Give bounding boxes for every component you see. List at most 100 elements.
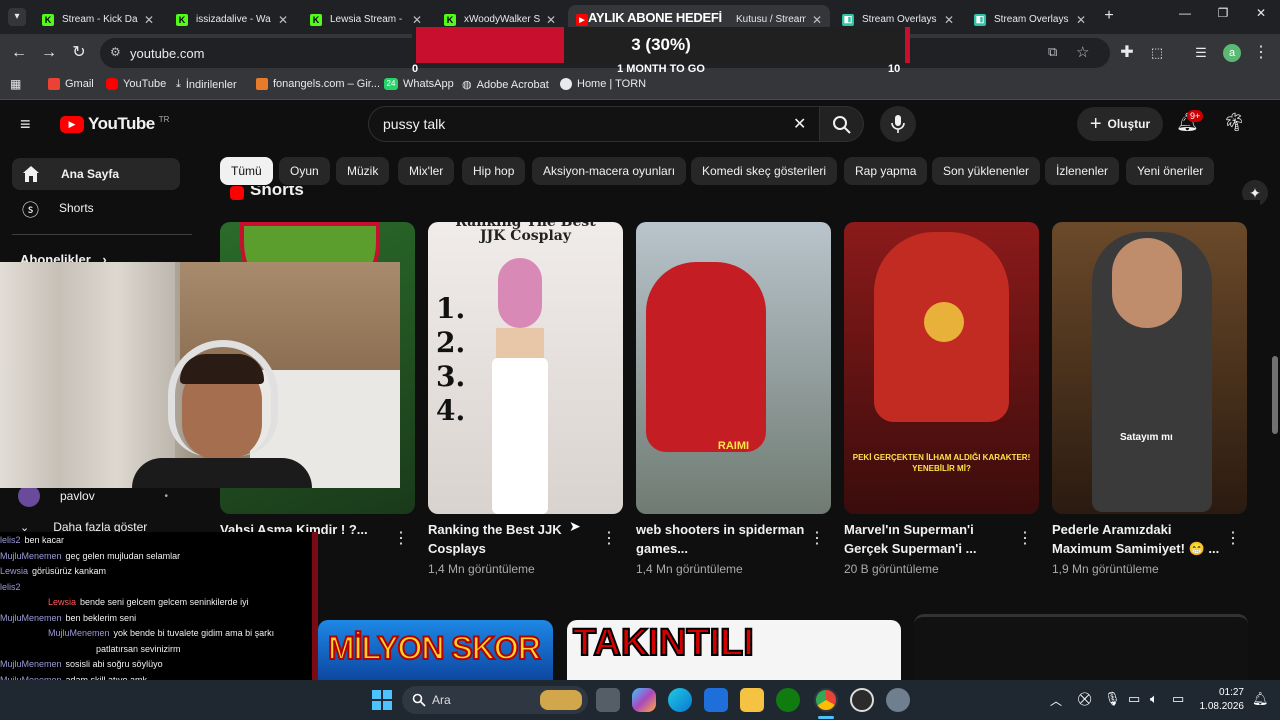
more-options-icon[interactable]: ⋮ (393, 528, 409, 548)
short-thumbnail-2[interactable]: Ranking The Best JJK Cosplay 1. 2. 3. 4. (428, 222, 623, 514)
tray-battery-icon[interactable]: ▭ (1172, 691, 1184, 707)
video-thumbnail-7[interactable]: TAKINTILI (567, 620, 901, 680)
search-button[interactable] (820, 106, 864, 142)
reload-icon[interactable]: ↻ (68, 42, 90, 64)
short-thumbnail-3[interactable]: RAIMI (636, 222, 831, 514)
tab-issizadalive[interactable]: K issizadalive - Wa ✕ (168, 5, 296, 34)
extensions-puzzle-icon[interactable]: ⬚ (1146, 42, 1168, 64)
chip-action-adventure[interactable]: Aksiyon-macera oyunları (532, 157, 687, 185)
more-options-icon[interactable]: ⋮ (809, 528, 825, 548)
tab-kick-stream[interactable]: K Stream - Kick Da ✕ (34, 5, 162, 34)
goal-title: AYLIK ABONE HEDEFİ (588, 10, 722, 25)
windows-start-icon[interactable] (372, 690, 392, 710)
chip-rap[interactable]: Rap yapma (844, 157, 928, 185)
reading-list-icon[interactable]: ☰ (1190, 42, 1212, 64)
tab-search-icon[interactable]: ▾ (8, 8, 26, 26)
close-icon[interactable]: ✕ (546, 13, 556, 27)
notifications-button[interactable]: 🔔︎ 9+ (1176, 110, 1204, 136)
short-title-3[interactable]: web shooters in spiderman games... (636, 520, 816, 558)
maximize-button[interactable]: ❐ (1214, 6, 1232, 20)
copilot-icon[interactable] (632, 688, 656, 712)
short-views-4: 20 B görüntüleme (844, 562, 939, 576)
bookmark-adobe[interactable]: ◍ Adobe Acrobat (462, 78, 549, 92)
microsoft-store-icon[interactable] (704, 688, 728, 712)
tray-volume-icon[interactable]: 🔈︎ (1150, 691, 1158, 707)
chip-all[interactable]: Tümü (220, 157, 273, 185)
short-title-4[interactable]: Marvel'ın Superman'i Gerçek Superman'i ..… (844, 520, 1024, 558)
close-icon[interactable]: ✕ (944, 13, 954, 27)
scrollbar-thumb[interactable] (1272, 356, 1278, 434)
notification-center-icon[interactable]: 🔔︎ (1252, 691, 1269, 707)
minimize-button[interactable]: — (1176, 6, 1194, 20)
settings-gear-icon[interactable] (886, 688, 910, 712)
close-window-button[interactable]: ✕ (1252, 6, 1270, 20)
more-options-icon[interactable]: ⋮ (1017, 528, 1033, 548)
page-scrollbar[interactable] (1270, 101, 1280, 679)
short-title-2[interactable]: Ranking the Best JJK Cosplays (428, 520, 608, 558)
chat-username: MujluMenemen (0, 550, 62, 561)
taskbar-time[interactable]: 01:27 (1202, 687, 1244, 698)
chip-watched[interactable]: İzlenenler (1045, 157, 1120, 185)
short-thumbnail-5[interactable]: Satayım mı (1052, 222, 1247, 514)
close-icon[interactable]: ✕ (144, 13, 154, 27)
search-input[interactable]: pussy talk (383, 116, 445, 132)
bookmark-downloads[interactable]: ⤓ İndirilenler (176, 78, 237, 91)
notification-count-badge: 9+ (1187, 110, 1204, 122)
search-box[interactable]: pussy talk ✕ (368, 106, 820, 142)
forward-arrow-icon[interactable]: → (38, 42, 60, 64)
tab-stream-overlays-2[interactable]: ◧ Stream Overlays ✕ (966, 5, 1094, 34)
bookmark-fonangels[interactable]: fonangels.com – Gir... (256, 78, 380, 90)
install-app-icon[interactable]: ⧉ (1048, 44, 1057, 60)
chrome-icon[interactable] (814, 688, 838, 712)
apps-grid-icon[interactable]: ▦ (10, 77, 21, 91)
more-options-icon[interactable]: ⋮ (601, 528, 617, 548)
profile-avatar[interactable]: a (1223, 44, 1241, 62)
youtube-logo[interactable]: ▶ YouTube TR (60, 114, 169, 134)
short-thumbnail-4[interactable]: PEKİ GERÇEKTEN İLHAM ALDIĞI KARAKTER! YE… (844, 222, 1039, 514)
clear-search-icon[interactable]: ✕ (793, 114, 806, 134)
task-view-icon[interactable] (596, 688, 620, 712)
tray-microphone-icon[interactable]: 🎙︎ (1104, 691, 1121, 707)
bookmark-gmail[interactable]: Gmail (48, 78, 94, 90)
chip-mixes[interactable]: Mix'ler (398, 157, 455, 185)
taskbar-search-box[interactable]: Ara (402, 686, 588, 714)
bookmark-whatsapp[interactable]: 24 WhatsApp (384, 78, 454, 90)
chip-hiphop[interactable]: Hip hop (462, 157, 526, 185)
chip-comedy-sketch[interactable]: Komedi skeç gösterileri (691, 157, 838, 185)
close-icon[interactable]: ✕ (812, 13, 822, 27)
tray-chevron-up-icon[interactable]: ︿ (1050, 692, 1062, 709)
sidebar-item-shorts[interactable]: ⓢ Shorts (12, 192, 180, 224)
video-thumbnail-8[interactable] (914, 614, 1248, 680)
edge-icon[interactable] (668, 688, 692, 712)
bookmark-torn[interactable]: Home | TORN (560, 78, 646, 90)
close-icon[interactable]: ✕ (278, 13, 288, 27)
video-thumbnail-6[interactable]: MİLYON SKOR (318, 620, 553, 680)
voice-search-button[interactable] (880, 106, 916, 142)
sidebar-item-home[interactable]: Ana Sayfa (12, 158, 180, 190)
tray-network-icon[interactable]: ⛒ (1078, 691, 1091, 707)
account-avatar[interactable]: 🌴︎ (1222, 112, 1246, 136)
chip-music[interactable]: Müzik (336, 157, 390, 185)
menu-dots-icon[interactable]: ⋮ (1250, 42, 1272, 64)
back-arrow-icon[interactable]: ← (8, 42, 30, 64)
file-explorer-icon[interactable] (740, 688, 764, 712)
create-button[interactable]: + Oluştur (1077, 107, 1163, 141)
obs-icon[interactable] (850, 688, 874, 712)
chip-games[interactable]: Oyun (279, 157, 330, 185)
close-icon[interactable]: ✕ (1076, 13, 1086, 27)
taskbar-date[interactable]: 1.08.2026 (1190, 701, 1245, 712)
site-info-icon[interactable]: ⚙ (110, 45, 121, 59)
short-title-5[interactable]: Pederle Aramızdaki Maximum Samimiyet! 😁 .… (1052, 520, 1232, 558)
tray-wifi-icon[interactable]: ▭ (1128, 691, 1140, 707)
new-tab-button[interactable]: + (1100, 7, 1118, 25)
extension-icon[interactable]: ✚ (1116, 42, 1138, 64)
bookmark-youtube[interactable]: YouTube (106, 78, 166, 90)
more-options-icon[interactable]: ⋮ (1225, 528, 1241, 548)
close-icon[interactable]: ✕ (412, 13, 422, 27)
bookmark-star-icon[interactable]: ☆ (1076, 43, 1089, 61)
chip-new-to-you[interactable]: Yeni öneriler (1126, 157, 1215, 185)
chip-recently-uploaded[interactable]: Son yüklenenler (932, 157, 1041, 185)
hamburger-menu-icon[interactable]: ≡ (20, 114, 40, 134)
tab-lewsia-stream[interactable]: K Lewsia Stream - ✕ (302, 5, 430, 34)
xbox-icon[interactable] (776, 688, 800, 712)
